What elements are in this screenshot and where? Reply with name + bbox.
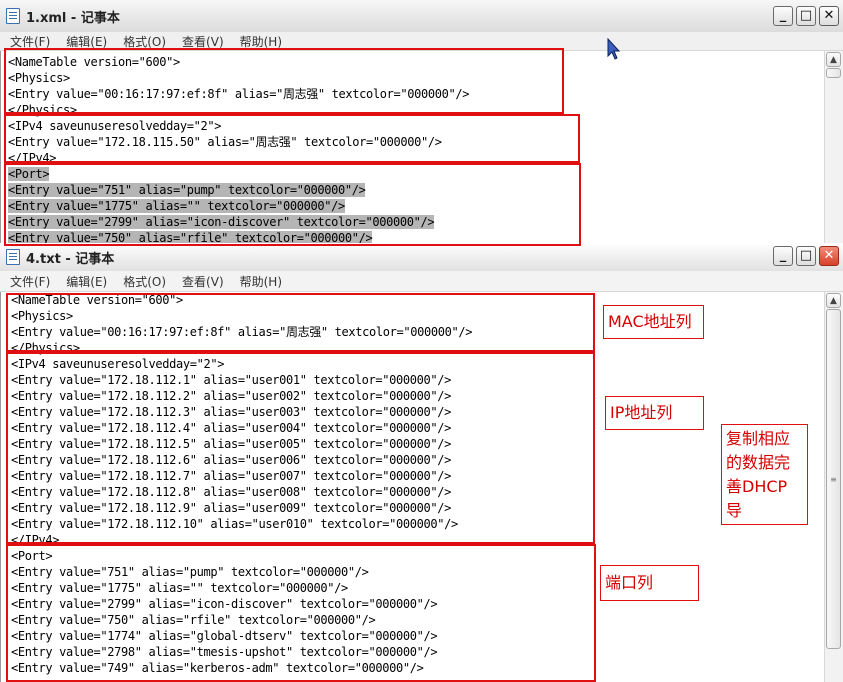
copy-data-note: 复制相应 的数据完 善DHCP导 bbox=[721, 424, 808, 525]
menu-bar: 文件(F) 编辑(E) 格式(O) 查看(V) 帮助(H) bbox=[0, 271, 843, 292]
notepad-icon bbox=[6, 249, 20, 265]
window-title: 1.xml - 记事本 bbox=[26, 10, 120, 26]
menu-help[interactable]: 帮助(H) bbox=[240, 33, 282, 50]
maximize-button[interactable]: □ bbox=[796, 6, 816, 26]
scroll-thumb[interactable] bbox=[826, 68, 841, 78]
physics-highlight-box bbox=[4, 48, 564, 114]
port-highlight-box bbox=[6, 544, 596, 682]
ipv4-highlight-box bbox=[6, 352, 595, 544]
scroll-up-icon[interactable]: ▲ bbox=[826, 293, 841, 308]
ipv4-highlight-box bbox=[4, 114, 580, 163]
menu-file[interactable]: 文件(F) bbox=[10, 273, 50, 290]
physics-highlight-box bbox=[6, 293, 595, 352]
notepad-icon bbox=[6, 8, 20, 24]
maximize-button[interactable]: □ bbox=[796, 246, 816, 266]
menu-view[interactable]: 查看(V) bbox=[182, 33, 224, 50]
menu-format[interactable]: 格式(O) bbox=[123, 273, 166, 290]
window-title: 4.txt - 记事本 bbox=[26, 251, 115, 267]
title-bar[interactable]: 4.txt - 记事本 _ □ ✕ bbox=[0, 243, 843, 272]
mouse-cursor-icon bbox=[607, 38, 621, 60]
close-button[interactable]: ✕ bbox=[819, 6, 839, 26]
scroll-thumb[interactable]: ≡ bbox=[826, 309, 841, 649]
minimize-button[interactable]: _ bbox=[773, 6, 793, 26]
menu-format[interactable]: 格式(O) bbox=[123, 33, 166, 50]
note-line: 善DHCP导 bbox=[726, 477, 788, 520]
vertical-scrollbar[interactable]: ▲ ≡ bbox=[824, 292, 843, 682]
scroll-up-icon[interactable]: ▲ bbox=[826, 52, 841, 67]
port-column-note: 端口列 bbox=[600, 565, 699, 601]
mac-column-note: MAC地址列 bbox=[603, 305, 704, 339]
menu-edit[interactable]: 编辑(E) bbox=[66, 273, 107, 290]
title-bar[interactable]: 1.xml - 记事本 _ □ ✕ bbox=[0, 0, 843, 33]
note-line: 复制相应 bbox=[726, 429, 791, 448]
vertical-scrollbar[interactable]: ▲ bbox=[824, 51, 843, 243]
port-highlight-box bbox=[4, 163, 581, 246]
ip-column-note: IP地址列 bbox=[605, 396, 704, 430]
menu-help[interactable]: 帮助(H) bbox=[240, 273, 282, 290]
menu-file[interactable]: 文件(F) bbox=[10, 33, 50, 50]
minimize-button[interactable]: _ bbox=[773, 246, 793, 266]
menu-view[interactable]: 查看(V) bbox=[182, 273, 224, 290]
close-button[interactable]: ✕ bbox=[819, 246, 839, 266]
menu-edit[interactable]: 编辑(E) bbox=[66, 33, 107, 50]
note-line: 的数据完 bbox=[726, 453, 791, 472]
